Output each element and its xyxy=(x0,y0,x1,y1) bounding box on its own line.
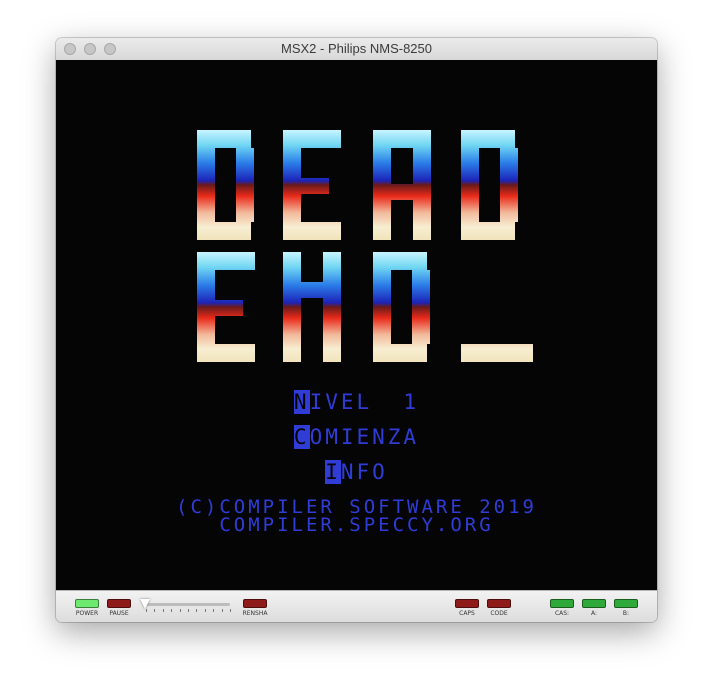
window-title: MSX2 - Philips NMS-8250 xyxy=(281,41,432,56)
title-bar: MSX2 - Philips NMS-8250 xyxy=(56,38,657,61)
pause-label: PAUSE xyxy=(109,610,129,617)
logo-letter-underscore xyxy=(461,344,533,362)
slider-tick xyxy=(230,609,231,612)
menu-key-n: N xyxy=(293,390,310,414)
menu-label-comienza: OMIENZA xyxy=(309,425,420,449)
logo-letter-d3 xyxy=(373,252,430,362)
logo-letter-e2 xyxy=(197,252,255,362)
logo-word-dead xyxy=(197,130,518,240)
slider-tick xyxy=(171,609,173,612)
logo-letter-e xyxy=(283,130,341,240)
menu-item-comienza[interactable]: COMIENZA xyxy=(56,425,657,449)
slider-tick xyxy=(179,609,181,612)
drive-a-led-button[interactable] xyxy=(582,599,606,608)
credit-website: COMPILER.SPECCY.ORG xyxy=(219,514,494,536)
logo-letter-n xyxy=(283,252,341,362)
menu-key-i: I xyxy=(325,460,341,484)
rensha-slider-thumb[interactable] xyxy=(140,599,150,609)
rensha-slider-track[interactable] xyxy=(146,603,230,606)
slider-tick xyxy=(154,609,156,612)
emulator-window: MSX2 - Philips NMS-8250 NIVEL 1 COMIENZA… xyxy=(56,38,657,622)
menu-item-nivel[interactable]: NIVEL 1 xyxy=(56,390,657,414)
slider-tick xyxy=(188,609,189,612)
slider-tick xyxy=(213,609,215,612)
cassette-led-button[interactable] xyxy=(550,599,574,608)
menu-label-info: NFO xyxy=(340,460,388,484)
logo-letter-d1 xyxy=(197,130,254,240)
slider-tick xyxy=(221,609,223,612)
pause-led-button[interactable] xyxy=(107,599,131,608)
menu-label-nivel: IVEL 1 xyxy=(309,390,420,414)
slider-tick xyxy=(162,609,164,612)
logo-word-end xyxy=(197,252,533,362)
rensha-led-button[interactable] xyxy=(243,599,267,608)
power-led-button[interactable] xyxy=(75,599,99,608)
drive-b-led-button[interactable] xyxy=(614,599,638,608)
menu-key-c: C xyxy=(293,425,310,449)
slider-tick xyxy=(146,609,147,612)
logo-letter-d2 xyxy=(461,130,518,240)
status-bar: POWER PAUSE RENSHA CAPS CODE CAS: A: B: xyxy=(56,590,657,622)
slider-tick xyxy=(196,609,198,612)
menu-item-info[interactable]: INFO xyxy=(56,460,657,484)
code-label: CODE xyxy=(490,610,508,617)
drive-b-label: B: xyxy=(622,610,630,617)
slider-tick xyxy=(204,609,206,612)
rensha-label: RENSHA xyxy=(242,610,268,617)
caps-led xyxy=(455,599,479,608)
emulator-screen[interactable]: NIVEL 1 COMIENZA INFO (C)COMPILER SOFTWA… xyxy=(56,60,657,590)
logo-letter-a xyxy=(373,130,431,240)
code-led xyxy=(487,599,511,608)
